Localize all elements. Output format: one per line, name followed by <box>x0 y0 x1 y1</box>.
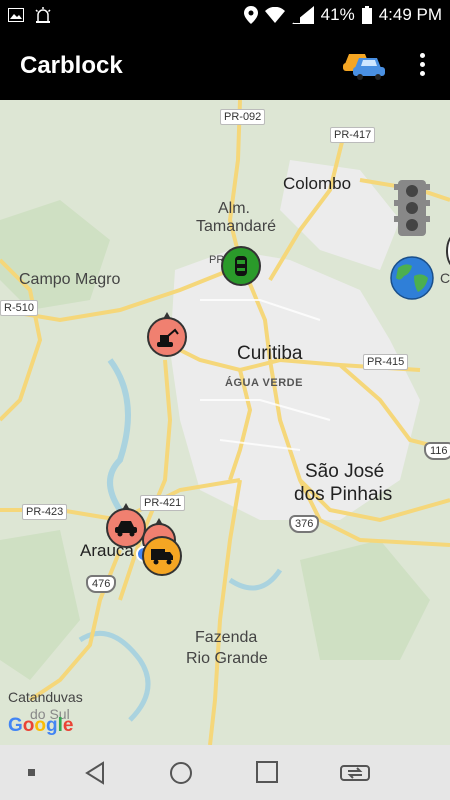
nav-bar <box>0 745 450 800</box>
map-view[interactable]: PR-092 PR-417 R-510 PR-415 PR-421 PR-423… <box>0 100 450 745</box>
label-curitiba: Curitiba <box>237 343 303 364</box>
accident-car-marker[interactable] <box>106 503 146 548</box>
road-pr423: PR-423 <box>22 504 68 520</box>
cars-icon[interactable] <box>343 46 387 80</box>
label-campo-magro: Campo Magro <box>19 271 121 288</box>
road-pr092: PR-092 <box>220 109 266 125</box>
clock: 4:49 PM <box>378 5 442 24</box>
car-icon <box>115 521 137 537</box>
nav-dot-icon[interactable] <box>28 769 35 776</box>
road-pr417: PR-417 <box>330 127 376 143</box>
signal-icon <box>291 6 314 24</box>
traffic-light-icon[interactable] <box>394 180 430 236</box>
label-tamandare: Tamandaré <box>196 218 277 235</box>
road-br476: 476 <box>86 575 117 593</box>
road-br116: 116 <box>424 442 450 460</box>
app-title: Carblock <box>20 52 123 79</box>
car-marker-green[interactable] <box>221 246 261 286</box>
label-colombo: Colombo <box>283 174 352 193</box>
overflow-menu-icon[interactable] <box>412 50 432 82</box>
label-dos-pinhais: dos Pinhais <box>294 484 393 505</box>
app-bar: Carblock <box>0 32 450 100</box>
excavator-icon <box>157 328 179 347</box>
google-logo: Google <box>8 715 74 736</box>
recents-icon[interactable] <box>256 761 278 783</box>
location-icon <box>243 6 258 24</box>
label-alm: Alm. <box>218 200 250 217</box>
label-c: C <box>440 270 450 286</box>
truck-marker[interactable] <box>142 536 182 576</box>
car-top-icon <box>235 256 247 276</box>
status-bar: 41% 4:49 PM <box>0 0 450 32</box>
road-pr421: PR-421 <box>140 495 186 511</box>
alarm-light-icon <box>35 7 51 23</box>
truck-icon <box>151 549 173 565</box>
label-sao-jose: São José <box>305 461 385 482</box>
globe-icon[interactable] <box>390 256 434 300</box>
road-br376: 376 <box>289 515 320 533</box>
label-catanduvas: Catanduvas <box>8 689 83 705</box>
road-pr510: R-510 <box>0 300 38 316</box>
battery-icon <box>361 6 372 24</box>
wifi-icon <box>264 7 285 23</box>
label-agua-verde: ÁGUA VERDE <box>225 377 303 389</box>
roadwork-marker[interactable] <box>147 312 187 357</box>
home-icon[interactable] <box>169 761 193 785</box>
switch-app-icon[interactable] <box>340 761 370 783</box>
gallery-icon <box>8 8 24 22</box>
back-icon[interactable] <box>84 761 106 785</box>
label-rio-grande: Rio Grande <box>186 650 268 667</box>
road-pr415: PR-415 <box>363 354 409 370</box>
map-background <box>0 100 450 745</box>
battery-percent: 41% <box>320 5 355 24</box>
label-fazenda: Fazenda <box>195 629 258 646</box>
